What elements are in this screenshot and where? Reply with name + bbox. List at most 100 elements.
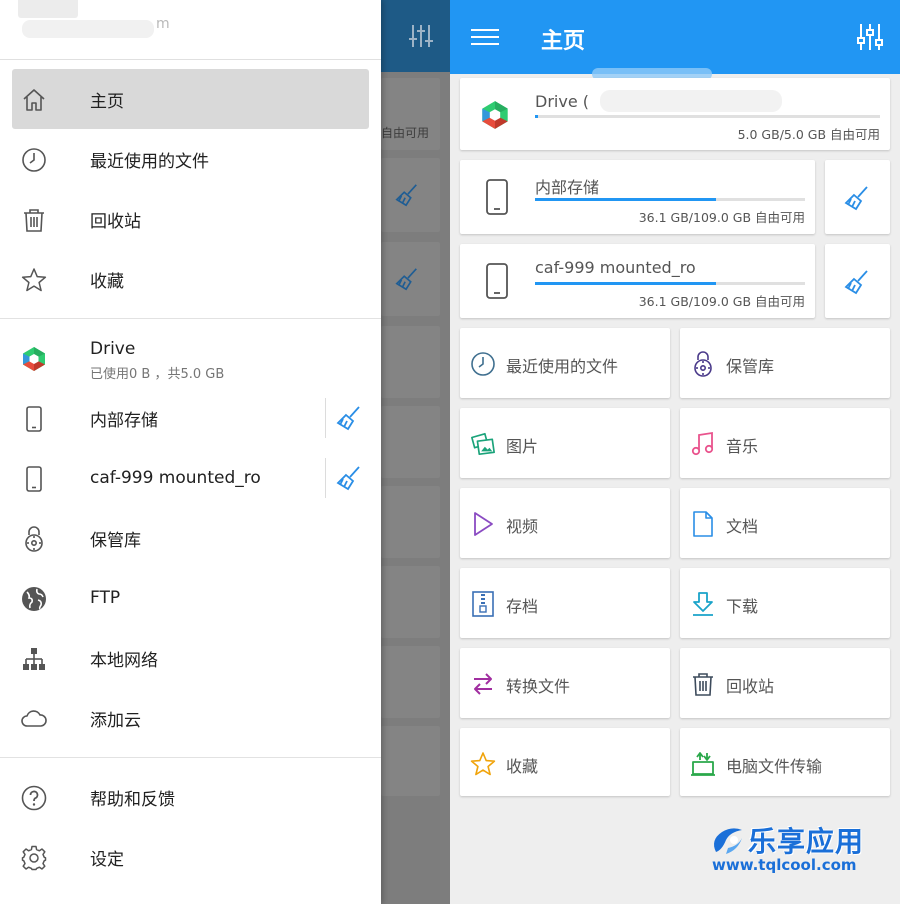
- redacted-area: [600, 90, 782, 112]
- divider: [325, 458, 326, 498]
- clean-button-caf-999[interactable]: [825, 244, 890, 318]
- drawer-item-label: 收藏: [90, 271, 124, 292]
- tile-favorites[interactable]: 收藏: [460, 728, 670, 796]
- dimmed-card: [381, 326, 440, 398]
- tile-label: 电脑文件传输: [726, 757, 823, 776]
- gear-icon: [20, 844, 48, 872]
- drawer-item-ftp[interactable]: FTP: [0, 568, 381, 628]
- document-icon: [690, 510, 716, 538]
- account-header[interactable]: m: [0, 0, 381, 60]
- drawer-item-trash[interactable]: 回收站: [0, 189, 381, 249]
- tile-trash[interactable]: 回收站: [680, 648, 890, 718]
- drawer-item-home[interactable]: 主页: [12, 69, 369, 129]
- page-title: 主页: [541, 29, 586, 54]
- tile-images[interactable]: 图片: [460, 408, 670, 478]
- images-icon: [470, 430, 496, 458]
- drawer-footer-section: 帮助和反馈 设定: [0, 758, 381, 896]
- globe-icon: [20, 585, 48, 613]
- drawer-item-local-network[interactable]: 本地网络: [0, 628, 381, 688]
- drawer-item-recent[interactable]: 最近使用的文件: [0, 129, 381, 189]
- tile-label: 最近使用的文件: [506, 357, 619, 376]
- tile-pc-file-transfer[interactable]: 电脑文件传输: [680, 728, 890, 796]
- watermark-title: 乐享应用: [748, 825, 865, 858]
- storage-size-text: 36.1 GB/109.0 GB 自由可用: [638, 294, 805, 309]
- account-email-tail: m: [156, 16, 170, 32]
- avatar: [18, 0, 78, 18]
- tile-convert-files[interactable]: 转换文件: [460, 648, 670, 718]
- clock-icon: [470, 350, 496, 378]
- tile-label: 回收站: [726, 677, 775, 696]
- navigation-drawer: m 主页 最近使用的文件 回收站 收藏 Drive 已使用0 B ，共5.0 G…: [0, 0, 381, 904]
- storage-name: Drive (: [535, 92, 589, 111]
- filter-icon[interactable]: [856, 22, 884, 52]
- dimmed-card: [381, 566, 440, 638]
- broom-icon: [844, 186, 868, 211]
- storage-name: caf-999 mounted_ro: [535, 258, 696, 277]
- video-icon: [470, 510, 496, 538]
- drawer-item-label: 设定: [90, 849, 124, 870]
- tile-video[interactable]: 视频: [460, 488, 670, 558]
- vault-icon: [690, 350, 716, 378]
- vault-icon: [20, 525, 48, 553]
- drawer-item-favorites[interactable]: 收藏: [0, 249, 381, 309]
- drawer-item-drive[interactable]: Drive 已使用0 B ，共5.0 GB: [0, 328, 381, 388]
- drawer-item-caf-999[interactable]: caf-999 mounted_ro: [0, 448, 381, 508]
- tile-label: 存档: [506, 597, 539, 616]
- drawer-item-internal-storage[interactable]: 内部存储: [0, 388, 381, 448]
- trash-icon: [690, 670, 716, 698]
- storage-name: 内部存储: [535, 178, 600, 197]
- drawer-item-settings[interactable]: 设定: [0, 827, 381, 887]
- broom-icon[interactable]: [335, 404, 363, 432]
- dimmed-free-text: 自由可用: [381, 126, 430, 140]
- menu-icon[interactable]: [470, 24, 500, 50]
- star-icon: [470, 750, 496, 778]
- phone-icon: [482, 262, 512, 300]
- storage-card-drive[interactable]: Drive ( 5.0 GB/5.0 GB 自由可用: [460, 78, 890, 150]
- tile-label: 视频: [506, 517, 539, 536]
- broom-icon[interactable]: [335, 464, 363, 492]
- drawer-item-add-cloud[interactable]: 添加云: [0, 688, 381, 748]
- drawer-item-label: Drive: [90, 339, 136, 359]
- storage-card-caf-999[interactable]: caf-999 mounted_ro 36.1 GB/109.0 GB 自由可用: [460, 244, 815, 318]
- tile-downloads[interactable]: 下载: [680, 568, 890, 638]
- watermark-url: www.tqlcool.com: [712, 856, 857, 874]
- storage-progress-fill: [535, 198, 716, 201]
- drawer-item-label: 内部存储: [90, 410, 158, 431]
- cloud-icon: [20, 705, 48, 733]
- drawer-item-vault[interactable]: 保管库: [0, 508, 381, 568]
- tile-label: 下载: [726, 597, 759, 616]
- network-icon: [20, 645, 48, 673]
- storage-card-internal[interactable]: 内部存储 36.1 GB/109.0 GB 自由可用: [460, 160, 815, 234]
- tile-recent-files[interactable]: 最近使用的文件: [460, 328, 670, 398]
- storage-progress-bar: [535, 282, 805, 285]
- storage-progress-bar: [535, 198, 805, 201]
- phone-icon: [20, 465, 48, 493]
- trash-icon: [20, 206, 48, 234]
- watermark-logo-icon: [714, 828, 742, 854]
- dimmed-card: [381, 726, 440, 796]
- drawer-storage-section: Drive 已使用0 B ，共5.0 GB 内部存储 caf-999 mount…: [0, 319, 381, 758]
- drive-logo-icon: [20, 345, 48, 373]
- tile-label: 保管库: [726, 357, 775, 376]
- divider: [325, 398, 326, 438]
- tile-archives[interactable]: 存档: [460, 568, 670, 638]
- tile-vault[interactable]: 保管库: [680, 328, 890, 398]
- app-bar: 主页: [450, 0, 900, 80]
- drawer-item-label: caf-999 mounted_ro: [90, 468, 261, 488]
- archive-icon: [470, 590, 496, 618]
- star-icon: [20, 266, 48, 294]
- tile-label: 图片: [506, 437, 539, 456]
- broom-icon: [844, 270, 868, 295]
- help-icon: [20, 784, 48, 812]
- storage-progress-bar: [535, 115, 880, 118]
- tile-documents[interactable]: 文档: [680, 488, 890, 558]
- drawer-item-help[interactable]: 帮助和反馈: [0, 767, 381, 827]
- drawer-item-label: 本地网络: [90, 650, 158, 671]
- dimmed-card: [381, 486, 440, 558]
- drive-logo-icon: [480, 96, 510, 134]
- home-icon: [20, 86, 48, 114]
- watermark: 乐享应用 www.tqlcool.com: [708, 820, 888, 880]
- pc-transfer-icon: [690, 750, 716, 778]
- clean-button-internal[interactable]: [825, 160, 890, 234]
- tile-music[interactable]: 音乐: [680, 408, 890, 478]
